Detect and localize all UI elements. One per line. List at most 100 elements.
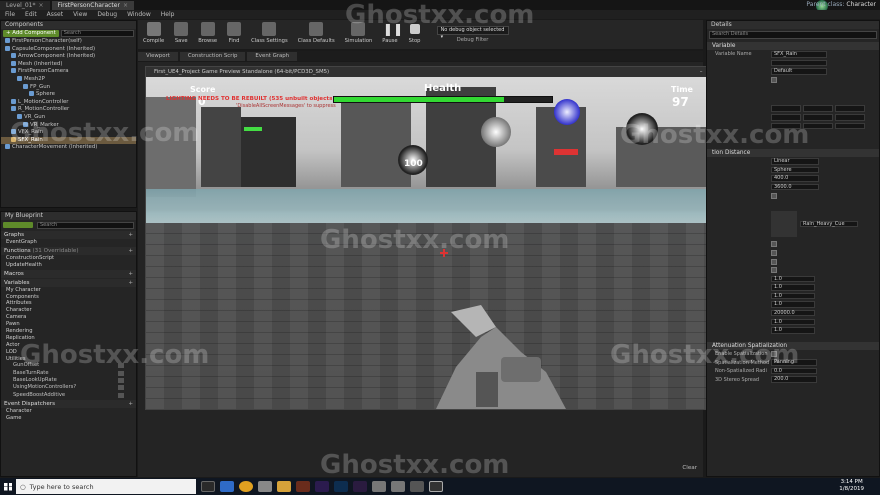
add-variable-icon[interactable]: + [128, 279, 133, 287]
visibility-eye-icon[interactable] [118, 370, 124, 376]
hud-health-label: Health [424, 83, 462, 94]
menu-view[interactable]: View [68, 10, 92, 19]
taskbar-search-box[interactable]: ○ Type here to search [16, 479, 196, 494]
find-button[interactable]: Find [222, 22, 246, 44]
save-button[interactable]: Save [169, 22, 193, 44]
section-attenuation-distance[interactable]: tion Distance [707, 149, 879, 158]
distance-algorithm-select[interactable]: Linear [771, 158, 819, 165]
add-dispatcher-icon[interactable]: + [128, 400, 133, 408]
unreal-engine-icon[interactable] [429, 481, 443, 492]
components-search-input[interactable]: Search [60, 30, 134, 37]
chrome-icon[interactable] [239, 481, 253, 492]
attenuation-shape-select[interactable]: Sphere [771, 166, 819, 174]
menu-asset[interactable]: Asset [42, 10, 68, 19]
class-defaults-button[interactable]: Class Defaults [293, 22, 340, 44]
parent-class-link[interactable]: Character [846, 1, 876, 8]
close-icon[interactable]: × [38, 1, 43, 10]
visibility-eye-icon[interactable] [118, 385, 124, 391]
dispatcher-game[interactable]: Game [1, 415, 136, 422]
category-variables[interactable]: Variables + [1, 278, 136, 287]
parent-class: Parent class: Character [806, 1, 876, 8]
menu-file[interactable]: File [0, 10, 20, 19]
add-graph-icon[interactable]: + [128, 231, 133, 239]
component-item[interactable]: FirstPersonCharacter(self) [1, 38, 136, 46]
add-new-button[interactable] [3, 222, 33, 228]
menu-debug[interactable]: Debug [92, 10, 122, 19]
graph-eventgraph[interactable]: EventGraph [1, 239, 136, 246]
variable-item[interactable]: SpeedBoostAdditive [1, 392, 136, 399]
add-macro-icon[interactable]: + [128, 270, 133, 278]
component-item[interactable]: FirstPersonCamera [1, 68, 136, 76]
clear-button[interactable]: Clear [682, 465, 697, 471]
variable-group[interactable]: Attributes [1, 300, 136, 307]
variable-group[interactable]: Rendering [1, 328, 136, 335]
variable-group[interactable]: My Character [1, 287, 136, 294]
illustrator-icon[interactable] [296, 481, 310, 492]
tab-firstpersoncharacter[interactable]: FirstPersonCharacter × [51, 0, 134, 10]
start-button[interactable] [0, 478, 16, 495]
close-icon[interactable]: × [123, 1, 128, 10]
category-graphs[interactable]: Graphs + [1, 231, 136, 239]
visibility-eye-icon[interactable] [118, 378, 124, 384]
variable-item[interactable]: BaseLookUpRate [1, 377, 136, 384]
class-settings-button[interactable]: Class Settings [246, 22, 293, 44]
variable-group[interactable]: Pawn [1, 321, 136, 328]
inner-radius-field[interactable]: 400.0 [771, 175, 819, 182]
falloff-distance-field[interactable]: 3600.0 [771, 183, 819, 191]
task-view-icon[interactable] [201, 481, 215, 492]
category-event-dispatchers[interactable]: Event Dispatchers + [1, 399, 136, 408]
game-window-titlebar[interactable]: First_UE4_Project Game Preview Standalon… [146, 67, 734, 77]
tab-viewport[interactable]: Viewport [138, 51, 178, 61]
variable-group[interactable]: Camera [1, 314, 136, 321]
after-effects-icon[interactable] [353, 481, 367, 492]
component-item[interactable]: R_MotionController [1, 106, 136, 114]
component-item[interactable]: L_MotionController [1, 98, 136, 107]
component-item[interactable]: Mesh2P [1, 75, 136, 84]
photoshop-icon[interactable] [334, 481, 348, 492]
menu-window[interactable]: Window [122, 10, 156, 19]
category-macros[interactable]: Macros + [1, 269, 136, 278]
variable-type-field[interactable] [771, 59, 827, 67]
premiere-icon[interactable] [315, 481, 329, 492]
details-search-input[interactable]: Search Details [709, 31, 877, 39]
menu-edit[interactable]: Edit [20, 10, 42, 19]
category-functions[interactable]: Functions (31 Overridable) + [1, 246, 136, 255]
component-item[interactable]: ArrowComponent (Inherited) [1, 53, 136, 61]
variable-name-field[interactable]: SFX_Rain [771, 51, 827, 58]
component-item[interactable]: FP_Gun [1, 83, 136, 92]
visibility-eye-icon[interactable] [118, 392, 124, 398]
watermark: Ghostxx.com [20, 340, 210, 370]
variable-item[interactable]: UsingMotionControllers? [1, 384, 136, 391]
function-updatehealth[interactable]: UpdateHealth [1, 262, 136, 269]
settings-icon[interactable] [258, 481, 272, 492]
component-item[interactable]: Mesh (Inherited) [1, 60, 136, 69]
section-variable[interactable]: Variable [707, 42, 879, 50]
tab-event-graph[interactable]: Event Graph [247, 51, 298, 61]
default-select[interactable]: Default [771, 68, 827, 75]
compile-button[interactable]: Compile [138, 22, 169, 44]
component-item[interactable]: CapsuleComponent (Inherited) [1, 45, 136, 54]
variable-group[interactable]: Character [1, 307, 136, 314]
edge-icon[interactable] [220, 481, 234, 492]
menu-help[interactable]: Help [156, 10, 180, 19]
sound-asset-field[interactable]: Rain_Heavy_Cue [800, 220, 858, 228]
windows-logo-icon [4, 482, 12, 491]
system-clock[interactable]: 3:14 PM 1/8/2019 [839, 479, 864, 493]
browse-button[interactable]: Browse [193, 22, 222, 44]
tab-construction-script[interactable]: Construction Scrip [179, 51, 246, 61]
app-icon[interactable] [391, 481, 405, 492]
file-explorer-icon[interactable] [277, 481, 291, 492]
variable-group[interactable]: Components [1, 294, 136, 301]
stereo-spread-field[interactable]: 200.0 [771, 376, 817, 383]
variable-item[interactable]: BaseTurnRate [1, 370, 136, 377]
blueprint-search-input[interactable]: Search [37, 221, 134, 229]
add-component-button[interactable]: + Add Component [3, 30, 59, 37]
tab-level[interactable]: Level_01* × [0, 0, 50, 10]
checkbox[interactable] [771, 77, 777, 84]
add-function-icon[interactable]: + [128, 247, 133, 255]
dispatcher-character[interactable]: Character [1, 408, 136, 415]
function-constructionscript[interactable]: ConstructionScript [1, 255, 136, 262]
app-icon[interactable] [372, 481, 386, 492]
component-item[interactable]: Sphere [1, 91, 136, 99]
app-icon[interactable] [410, 481, 424, 492]
